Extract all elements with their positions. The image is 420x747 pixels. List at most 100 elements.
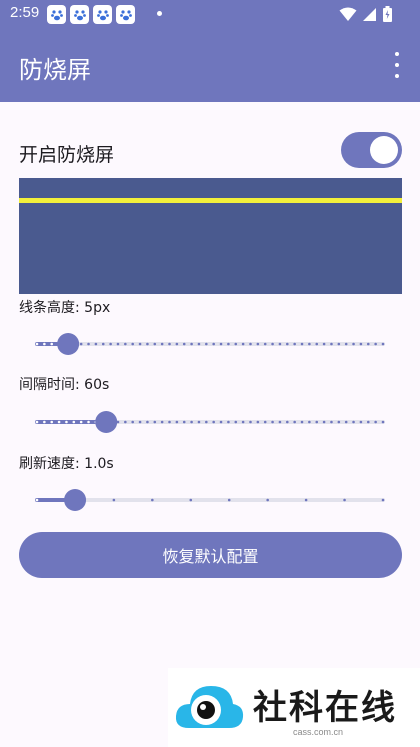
- slider-tick: [278, 342, 282, 346]
- enable-toggle-row[interactable]: 开启防烧屏: [0, 128, 420, 174]
- slider-tick: [72, 420, 76, 424]
- slider-tick: [266, 498, 269, 502]
- slider-tick: [241, 342, 245, 346]
- slider-tick: [249, 420, 252, 424]
- slider-tick: [366, 420, 370, 424]
- slider-tick: [175, 420, 179, 424]
- slider-tick: [278, 420, 282, 424]
- slider-tick: [87, 342, 90, 346]
- slider-tick: [112, 498, 116, 502]
- slider-tick: [308, 342, 311, 346]
- more-vert-icon[interactable]: [394, 52, 400, 78]
- slider-tick: [168, 420, 171, 424]
- interval-label: 间隔时间: 60s: [19, 377, 110, 393]
- slider-tick: [344, 342, 348, 346]
- slider-tick: [124, 342, 127, 346]
- paw-icon: [70, 5, 89, 24]
- more-notifications-dot: [157, 11, 162, 16]
- paw-icon: [47, 5, 66, 24]
- slider-tick: [322, 420, 326, 424]
- paw-icon: [93, 5, 112, 24]
- slider-tick: [175, 342, 179, 346]
- slider-tick: [153, 420, 157, 424]
- slider-tick: [35, 498, 39, 502]
- line-height-slider[interactable]: [35, 329, 385, 359]
- slider-tick: [168, 342, 171, 346]
- watermark: 社科在线 cass.com.cn: [168, 668, 420, 747]
- slider-tick: [234, 342, 238, 346]
- slider-tick: [151, 498, 154, 502]
- slider-tick: [197, 342, 201, 346]
- slider-thumb[interactable]: [57, 333, 80, 355]
- slider-tick: [190, 342, 193, 346]
- slider-thumb[interactable]: [95, 411, 118, 433]
- slider-tick: [219, 342, 223, 346]
- slider-tick: [271, 342, 274, 346]
- slider-tick: [330, 420, 333, 424]
- slider-svg: [35, 333, 385, 355]
- slider-tick: [381, 342, 385, 346]
- slider-tick: [57, 420, 61, 424]
- slider-tick: [227, 420, 230, 424]
- burn-in-preview: [19, 178, 402, 294]
- reset-defaults-button[interactable]: 恢复默认配置: [19, 532, 402, 578]
- slider-tick: [146, 342, 149, 346]
- slider-tick: [116, 342, 120, 346]
- enable-toggle-label: 开启防烧屏: [19, 144, 115, 166]
- slider-tick: [153, 342, 157, 346]
- slider-tick: [138, 342, 142, 346]
- signal-icon: [363, 7, 376, 21]
- notification-icons: [47, 5, 135, 24]
- slider-tick: [146, 420, 149, 424]
- paw-icon: [116, 5, 135, 24]
- slider-tick: [352, 342, 355, 346]
- slider-tick: [271, 420, 274, 424]
- slider-tick: [322, 342, 326, 346]
- slider-tick: [219, 420, 223, 424]
- slider-tick: [352, 420, 355, 424]
- slider-tick: [212, 342, 215, 346]
- slider-tick: [315, 342, 319, 346]
- slider-tick: [79, 342, 83, 346]
- slider-tick: [256, 420, 260, 424]
- slider-tick: [43, 420, 46, 424]
- slider-tick: [160, 342, 164, 346]
- switch-thumb[interactable]: [370, 136, 398, 164]
- wifi-icon: [339, 7, 357, 21]
- slider-tick: [43, 342, 46, 346]
- slider-tick: [359, 420, 363, 424]
- slider-tick: [374, 420, 377, 424]
- slider-tick: [227, 498, 231, 502]
- slider-tick: [381, 498, 385, 502]
- preview-line: [19, 198, 402, 203]
- slider-tick: [315, 420, 319, 424]
- app-bar: 防烧屏: [0, 30, 420, 102]
- slider-tick: [293, 342, 296, 346]
- slider-tick: [138, 420, 142, 424]
- interval-slider[interactable]: [35, 407, 385, 437]
- slider-svg: [35, 411, 385, 433]
- slider-tick: [344, 420, 348, 424]
- slider-tick: [285, 342, 289, 346]
- slider-tick: [293, 420, 296, 424]
- slider-thumb[interactable]: [64, 489, 87, 511]
- slider-tick: [50, 420, 54, 424]
- slider-tick: [205, 342, 208, 346]
- slider-tick: [381, 420, 385, 424]
- status-time: 2:59: [10, 4, 40, 21]
- slider-tick: [197, 420, 201, 424]
- slider-tick: [366, 342, 370, 346]
- slider-tick: [300, 342, 304, 346]
- slider-tick: [79, 420, 83, 424]
- slider-tick: [190, 420, 193, 424]
- slider-tick: [300, 420, 304, 424]
- slider-tick: [337, 420, 341, 424]
- slider-tick: [263, 342, 267, 346]
- refresh-speed-slider[interactable]: [35, 485, 385, 515]
- slider-tick: [87, 420, 90, 424]
- slider-tick: [109, 342, 112, 346]
- slider-tick: [359, 342, 363, 346]
- line-height-label: 线条高度: 5px: [19, 300, 111, 316]
- slider-tick: [160, 420, 164, 424]
- slider-tick: [241, 420, 245, 424]
